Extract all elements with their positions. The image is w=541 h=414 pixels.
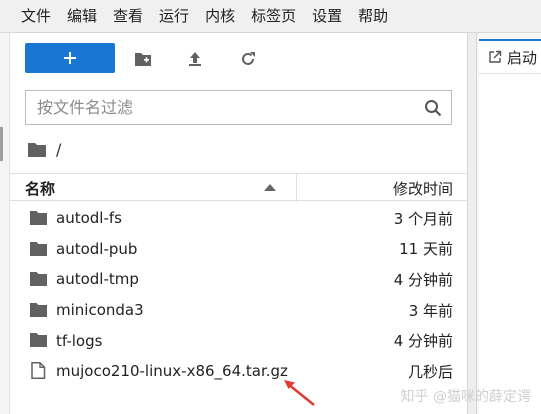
folder-icon	[30, 333, 47, 348]
file-name: mujoco210-linux-x86_64.tar.gz	[56, 362, 288, 381]
file-browser: / 名称 修改时间 autodl-fs 3 个月前 autodl-pub 11 …	[10, 33, 467, 414]
plus-icon	[64, 52, 76, 64]
list-item[interactable]: autodl-pub 11 天前	[10, 234, 467, 265]
menu-help[interactable]: 帮助	[350, 0, 396, 33]
sort-ascending-icon	[264, 184, 276, 191]
file-icon	[31, 362, 46, 379]
annotation-arrow	[284, 380, 315, 406]
sidebar-active-indicator[interactable]	[0, 127, 3, 161]
watermark: 知乎 @猫咪的薛定谔	[400, 389, 531, 405]
new-launcher-button[interactable]	[25, 43, 115, 73]
file-modified: 3 个月前	[393, 209, 453, 228]
launch-icon	[489, 50, 502, 63]
menu-settings[interactable]: 设置	[304, 0, 350, 33]
menu-view[interactable]: 查看	[105, 0, 151, 33]
tab-launcher[interactable]: 启动	[479, 39, 541, 73]
file-modified: 3 年前	[408, 301, 453, 320]
breadcrumb-root[interactable]: /	[56, 140, 61, 159]
list-item[interactable]: autodl-tmp 4 分钟前	[10, 264, 467, 295]
file-name: autodl-pub	[56, 239, 138, 258]
file-name: autodl-fs	[56, 209, 122, 228]
list-item[interactable]: miniconda3 3 年前	[10, 295, 467, 326]
column-header-modified[interactable]: 修改时间	[393, 178, 453, 199]
file-filter-input[interactable]	[26, 98, 406, 117]
menu-run[interactable]: 运行	[151, 0, 197, 33]
menu-edit[interactable]: 编辑	[59, 0, 105, 33]
upload-icon[interactable]	[186, 50, 204, 68]
file-name: tf-logs	[56, 331, 103, 350]
menu-file[interactable]: 文件	[0, 0, 59, 33]
menu-tabs[interactable]: 标签页	[243, 0, 304, 33]
file-browser-toolbar	[10, 41, 467, 75]
breadcrumb: /	[28, 139, 61, 159]
search-icon	[425, 100, 442, 117]
file-name: miniconda3	[56, 301, 144, 320]
launcher-content	[479, 73, 541, 414]
file-modified: 11 天前	[399, 240, 453, 259]
panel-splitter[interactable]	[467, 33, 477, 414]
list-item[interactable]: tf-logs 4 分钟前	[10, 325, 467, 356]
menu-bar: 文件 编辑 查看 运行 内核 标签页 设置 帮助	[0, 0, 541, 33]
folder-icon	[30, 302, 47, 317]
jupyterlab-window: 文件 编辑 查看 运行 内核 标签页 设置 帮助 按文件名过滤 / 名称 修改时…	[0, 0, 541, 414]
tab-launcher-label: 启动	[507, 48, 538, 67]
file-name: autodl-tmp	[56, 270, 139, 289]
folder-icon	[30, 241, 47, 256]
file-modified: 4 分钟前	[393, 332, 453, 351]
file-modified: 几秒后	[407, 362, 453, 381]
folder-icon	[30, 272, 47, 287]
main-area: 启动	[477, 33, 541, 414]
column-divider[interactable]	[296, 174, 297, 202]
list-item[interactable]: mujoco210-linux-x86_64.tar.gz 几秒后	[10, 356, 467, 387]
file-list: autodl-fs 3 个月前 autodl-pub 11 天前 autodl-…	[10, 203, 467, 387]
menu-kernel[interactable]: 内核	[197, 0, 243, 33]
column-header-name[interactable]: 名称	[25, 178, 55, 199]
folder-icon[interactable]	[28, 142, 46, 157]
file-modified: 4 分钟前	[393, 270, 453, 289]
file-filter-box	[25, 90, 452, 125]
left-activity-bar	[0, 33, 10, 414]
folder-icon	[30, 211, 47, 225]
file-list-header: 名称 修改时间	[10, 173, 467, 202]
list-item[interactable]: autodl-fs 3 个月前	[10, 203, 467, 234]
refresh-icon[interactable]	[239, 50, 257, 68]
new-folder-icon[interactable]	[134, 50, 152, 68]
